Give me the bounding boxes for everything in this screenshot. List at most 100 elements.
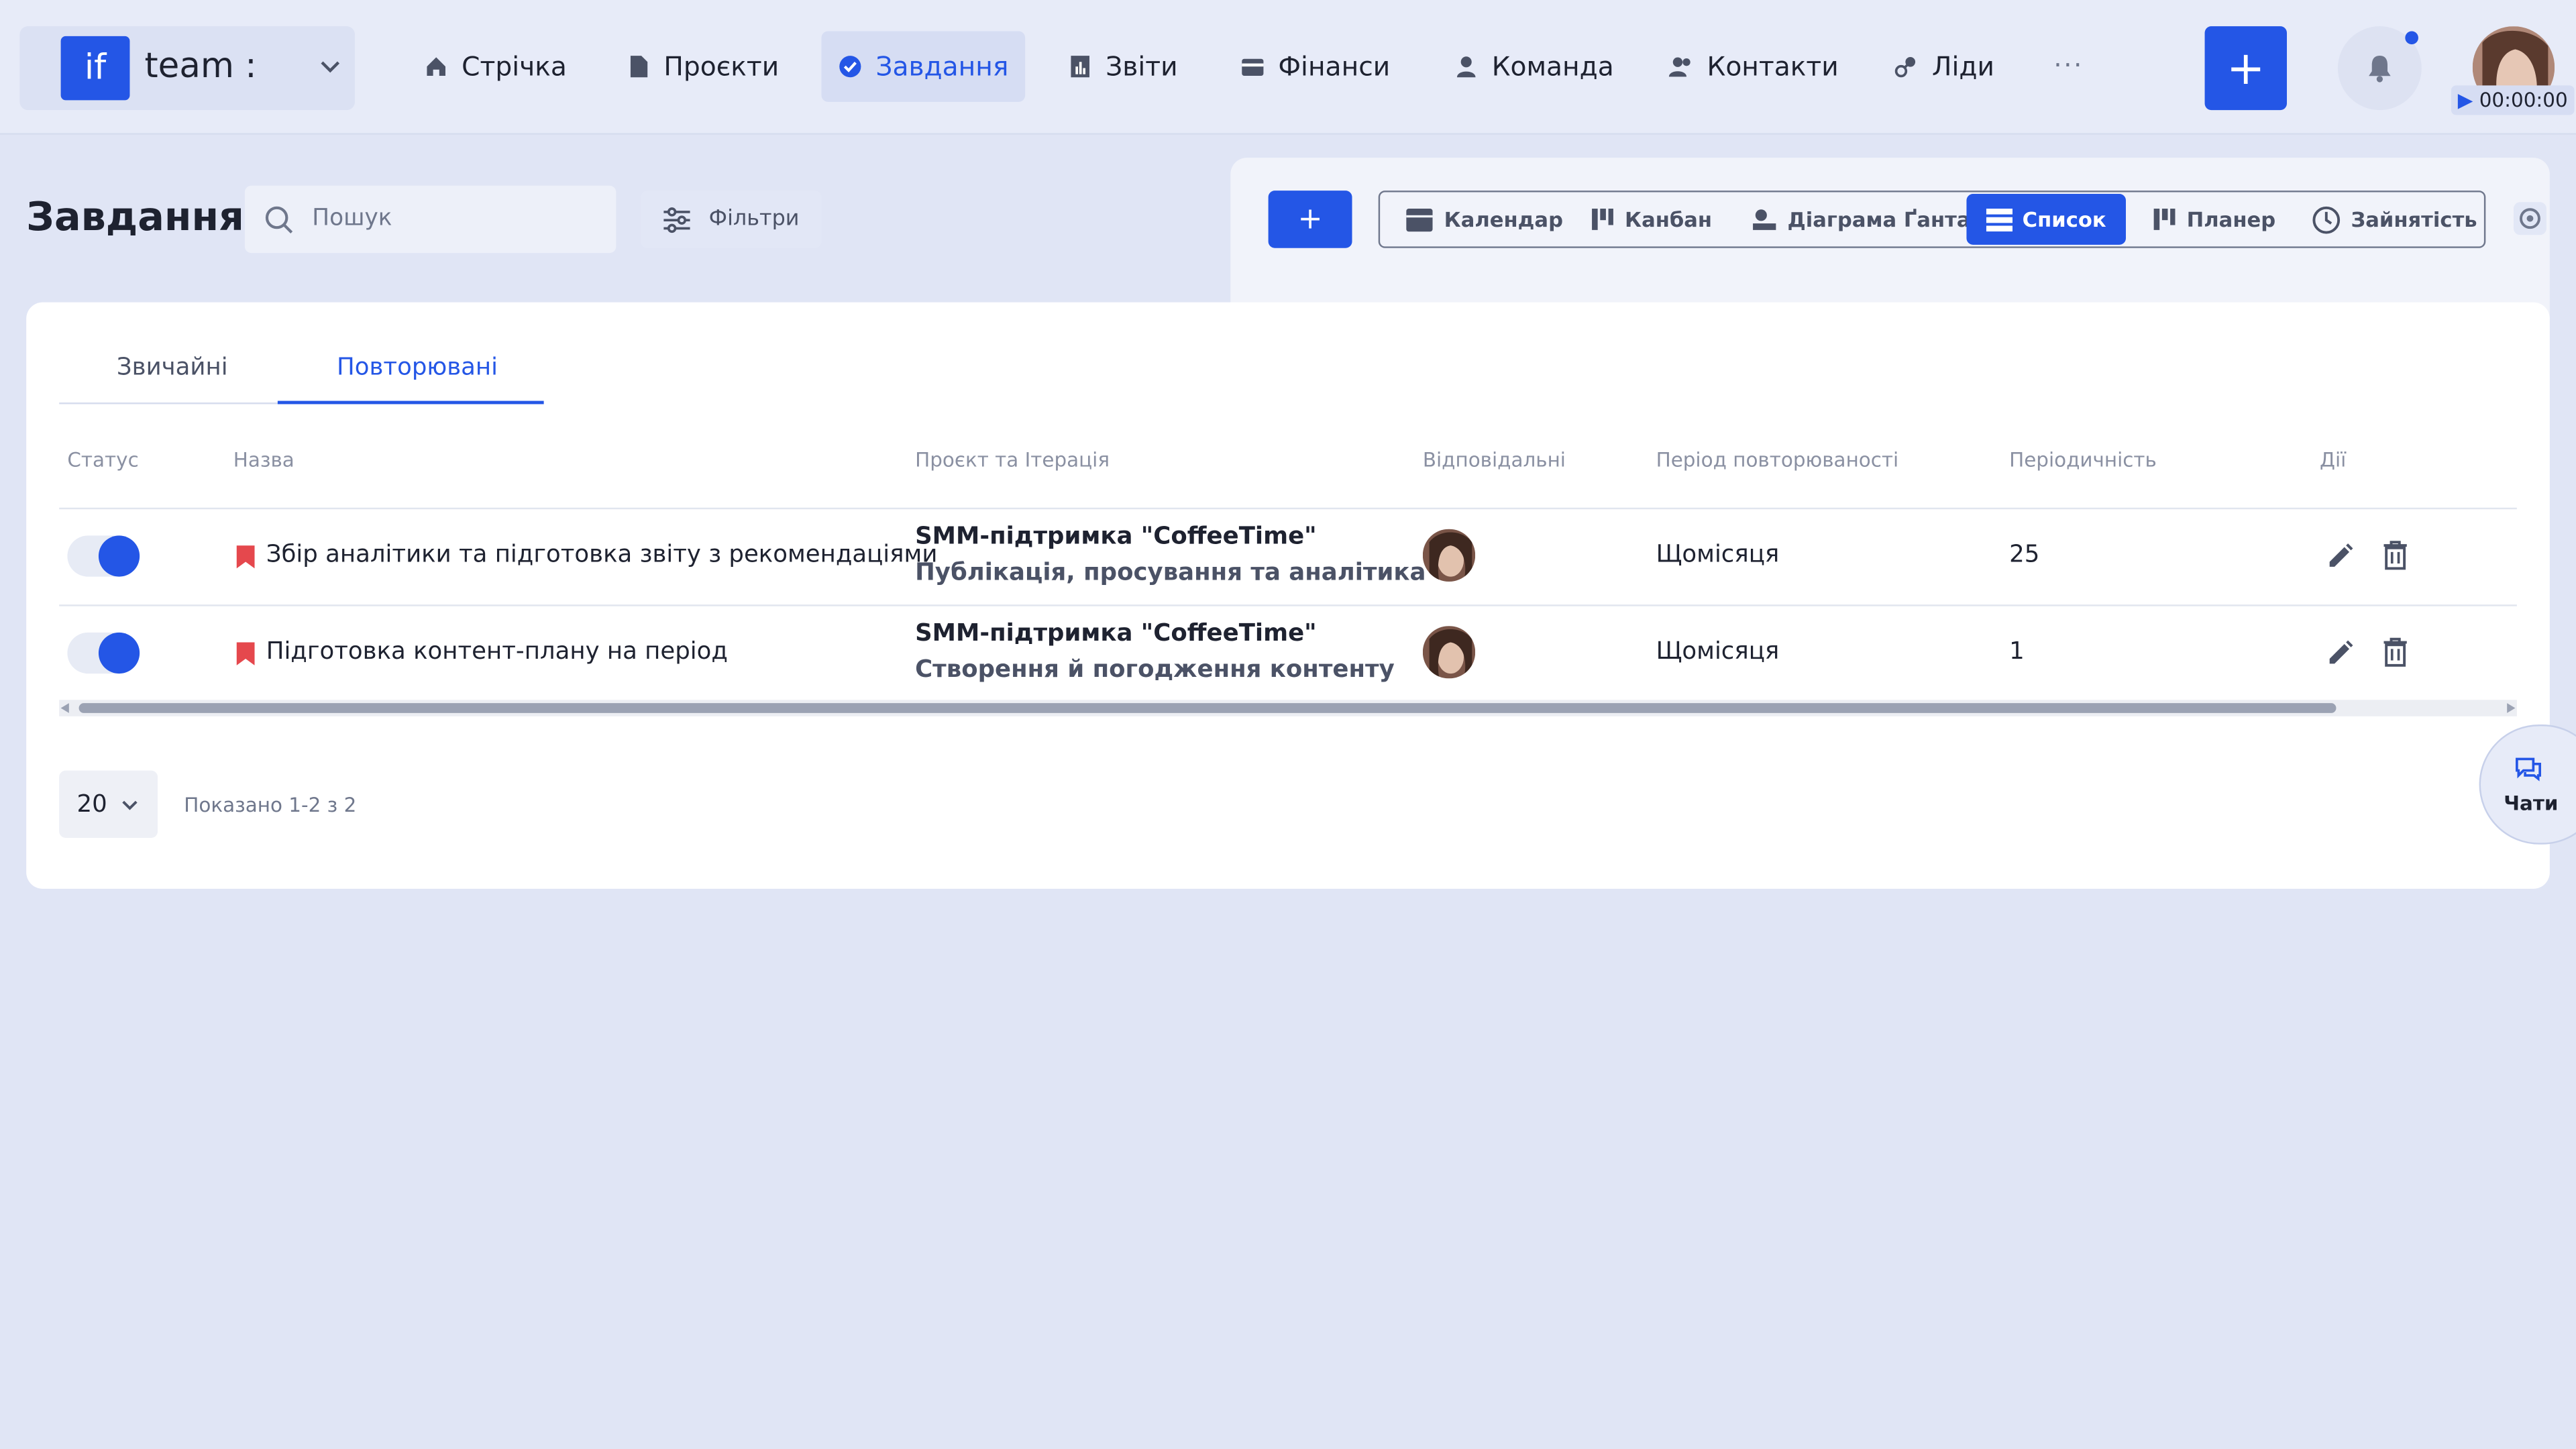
- list-icon: [1986, 207, 2012, 231]
- column-header-assignees: Відповідальні: [1422, 448, 1566, 472]
- user-icon: [1456, 56, 1476, 78]
- view-kanban[interactable]: Канбан: [1591, 194, 1712, 245]
- tab-regular[interactable]: Звичайні: [117, 355, 228, 381]
- scroll-right-arrow[interactable]: [2506, 703, 2516, 713]
- edit-icon[interactable]: [2326, 639, 2355, 667]
- iteration-name: Створення й погодження контенту: [915, 657, 1395, 684]
- nav-item-contacts[interactable]: Контакти: [1651, 32, 1855, 102]
- nav-item-feed[interactable]: Стрічка: [407, 32, 583, 102]
- status-toggle[interactable]: [67, 535, 140, 577]
- view-label: Канбан: [1625, 207, 1713, 232]
- view-label: Планер: [2186, 207, 2276, 232]
- trash-icon[interactable]: [2382, 541, 2408, 570]
- trash-icon[interactable]: [2382, 637, 2408, 667]
- sliders-icon: [664, 206, 691, 232]
- status-toggle[interactable]: [67, 632, 140, 674]
- toggle-knob: [98, 535, 140, 577]
- active-tab-indicator: [277, 400, 544, 405]
- nav-item-projects[interactable]: Проєкти: [610, 32, 796, 102]
- recurrence-period: Щомісяця: [1656, 542, 1780, 569]
- view-label: Список: [2022, 207, 2106, 232]
- settings-icon[interactable]: [2512, 201, 2548, 237]
- page-size-select[interactable]: 20: [59, 770, 158, 838]
- filters-label: Фільтри: [708, 207, 800, 232]
- recurrence-period: Щомісяця: [1656, 639, 1780, 665]
- notifications-button[interactable]: [2337, 26, 2422, 111]
- play-icon: ▶: [2457, 89, 2473, 112]
- wallet-icon: [1242, 58, 1264, 76]
- workspace-switcher[interactable]: if team :: [19, 26, 355, 111]
- app: if team : Стрічка Проєкти Завдання Звіти: [0, 0, 2576, 1449]
- header-divider: [59, 507, 2517, 510]
- nav-item-label: Завдання: [875, 50, 1009, 83]
- tasks-card: Звичайні Повторювані Статус Назва Проєкт…: [26, 302, 2550, 889]
- column-header-recurrence-period: Період повторюваності: [1656, 448, 1899, 472]
- create-button[interactable]: +: [2204, 26, 2288, 111]
- leads-icon: [1894, 56, 1916, 78]
- view-workload[interactable]: Зайнятість: [2312, 194, 2477, 245]
- project-name[interactable]: SMM-підтримка "CoffeeTime": [915, 524, 1317, 550]
- timer-value: 00:00:00: [2479, 89, 2568, 112]
- planner-icon: [2153, 209, 2176, 230]
- task-name[interactable]: Збір аналітики та підготовка звіту з рек…: [266, 542, 938, 568]
- scroll-left-arrow[interactable]: [60, 703, 71, 713]
- bell-icon: [2369, 56, 2391, 83]
- column-header-frequency: Періодичність: [2009, 448, 2157, 472]
- top-header: if team : Стрічка Проєкти Завдання Звіти: [0, 0, 2576, 135]
- calendar-icon: [1406, 209, 1433, 232]
- tab-recurring[interactable]: Повторювані: [337, 355, 498, 381]
- frequency: 25: [2009, 542, 2040, 569]
- view-switcher: Календар Канбан Діаграма Ґанта Список Пл…: [1378, 191, 2486, 248]
- nav-item-team[interactable]: Команда: [1438, 32, 1630, 102]
- edit-icon[interactable]: [2326, 542, 2355, 570]
- bookmark-icon: [236, 545, 255, 569]
- search-input[interactable]: Пошук: [244, 185, 616, 254]
- view-calendar[interactable]: Календар: [1405, 194, 1563, 245]
- nav-item-tasks[interactable]: Завдання: [821, 31, 1025, 102]
- pagination-info: Показано 1-2 з 2: [184, 793, 357, 817]
- chats-label: Чати: [2504, 792, 2559, 815]
- notification-dot: [2405, 31, 2418, 45]
- avatar-photo: [1422, 529, 1476, 582]
- nav-item-label: Звіти: [1106, 50, 1178, 83]
- nav-item-finance[interactable]: Фінанси: [1224, 32, 1407, 102]
- nav-item-leads[interactable]: Ліди: [1876, 32, 2011, 102]
- filters-button[interactable]: Фільтри: [641, 191, 822, 248]
- time-tracker[interactable]: ▶ 00:00:00: [2451, 85, 2575, 115]
- file-icon: [630, 56, 648, 78]
- nav-item-label: Проєкти: [663, 50, 780, 83]
- nav-item-label: Ліди: [1932, 50, 1994, 83]
- project-name[interactable]: SMM-підтримка "CoffeeTime": [915, 621, 1317, 647]
- gantt-icon: [1753, 209, 1776, 230]
- view-gantt[interactable]: Діаграма Ґанта: [1752, 194, 1971, 245]
- view-list[interactable]: Список: [1966, 193, 2127, 245]
- nav-more-button[interactable]: ···: [2053, 49, 2084, 80]
- view-planner[interactable]: Планер: [2152, 194, 2275, 245]
- view-label: Зайнятість: [2351, 207, 2477, 232]
- view-label: Діаграма Ґанта: [1787, 207, 1971, 232]
- chevron-down-icon: [122, 800, 138, 810]
- view-label: Календар: [1444, 207, 1563, 232]
- toggle-knob: [98, 632, 140, 674]
- scrollbar-thumb[interactable]: [78, 703, 2337, 713]
- report-icon: [1071, 56, 1089, 78]
- chevron-down-icon: [321, 61, 340, 73]
- nav-item-label: Контакти: [1707, 50, 1839, 83]
- search-placeholder: Пошук: [312, 205, 392, 232]
- add-task-button[interactable]: +: [1268, 191, 1352, 248]
- bookmark-icon: [236, 642, 255, 665]
- column-header-actions: Дії: [2319, 448, 2347, 472]
- column-header-name: Назва: [233, 448, 294, 472]
- assignee-avatar[interactable]: [1422, 626, 1476, 679]
- horizontal-scrollbar[interactable]: [59, 700, 2517, 716]
- brand-logo: if: [60, 36, 130, 101]
- task-name[interactable]: Підготовка контент-плану на період: [266, 639, 728, 665]
- nav-item-reports[interactable]: Звіти: [1051, 32, 1194, 102]
- assignee-avatar[interactable]: [1422, 529, 1476, 582]
- clock-icon: [2312, 205, 2341, 233]
- search-icon: [265, 206, 293, 234]
- nav-item-label: Фінанси: [1278, 50, 1391, 83]
- contacts-icon: [1668, 57, 1690, 77]
- iteration-name: Публікація, просування та аналітика: [915, 560, 1426, 587]
- page-size-value: 20: [76, 791, 107, 818]
